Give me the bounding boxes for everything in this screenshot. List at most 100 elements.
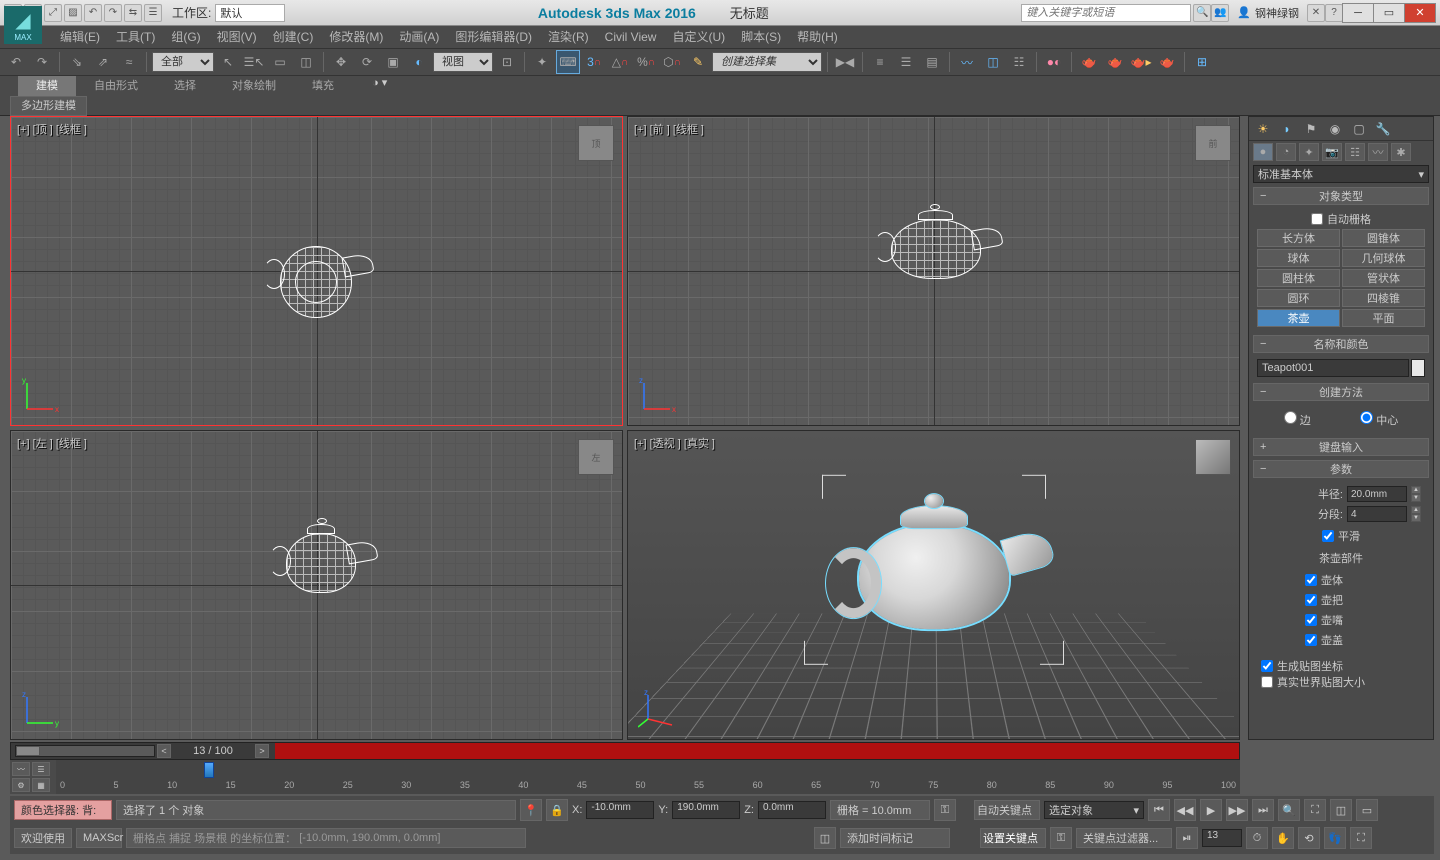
menu-views[interactable]: 视图(V) — [209, 26, 265, 48]
angle-snap-icon[interactable]: △∩ — [608, 50, 632, 74]
menu-customize[interactable]: 自定义(U) — [664, 26, 733, 48]
key-icon[interactable]: ⚿ — [934, 799, 956, 821]
menu-group[interactable]: 组(G) — [163, 26, 208, 48]
selection-filter[interactable]: 全部 — [152, 52, 214, 72]
mapcoords-check[interactable]: 生成贴图坐标 — [1255, 658, 1427, 674]
rect-region-icon[interactable]: ▭ — [268, 50, 292, 74]
zoom-ext-icon[interactable]: ⛶ — [1304, 799, 1326, 821]
menu-create[interactable]: 创建(C) — [265, 26, 322, 48]
btn-cylinder[interactable]: 圆柱体 — [1257, 269, 1340, 287]
pivot-icon[interactable]: ⊡ — [495, 50, 519, 74]
save-icon[interactable]: ▨ — [64, 4, 82, 22]
goto-start-icon[interactable]: ⏮ — [1148, 799, 1170, 821]
link-icon[interactable]: ⇘ — [65, 50, 89, 74]
menu-grapheditors[interactable]: 图形编辑器(D) — [447, 26, 540, 48]
walk-icon[interactable]: 👣 — [1324, 827, 1346, 849]
part-body[interactable]: 壶体 — [1265, 570, 1417, 590]
render-frame-icon[interactable]: 🫖 — [1103, 50, 1127, 74]
search-icon[interactable]: 🔍 — [1193, 4, 1211, 22]
scale-icon[interactable]: ▣ — [381, 50, 405, 74]
pan-icon[interactable]: ✋ — [1272, 827, 1294, 849]
user-name[interactable]: 👤 钢神绿钢 — [1237, 5, 1299, 21]
rollout-name[interactable]: −名称和颜色 — [1253, 335, 1429, 353]
maxscript-panel[interactable]: MAXScr — [76, 828, 122, 848]
render-setup-icon[interactable]: 🫖 — [1077, 50, 1101, 74]
rollout-objtype[interactable]: −对象类型 — [1253, 187, 1429, 205]
teapot-wireframe[interactable] — [280, 246, 352, 318]
systems-icon[interactable]: ✱ — [1391, 143, 1411, 161]
rollout-keyboard[interactable]: +键盘输入 — [1253, 438, 1429, 456]
close-button[interactable]: ✕ — [1404, 3, 1436, 23]
prev-frame-icon[interactable]: < — [157, 744, 171, 758]
colorpicker-label[interactable]: 颜色选择器: 背: — [14, 800, 112, 820]
radio-center[interactable]: 中心 — [1360, 411, 1398, 428]
tab-populate[interactable]: 填充 — [294, 76, 352, 96]
cameras-icon[interactable]: 📷 — [1322, 143, 1342, 161]
tab-objpaint[interactable]: 对象绘制 — [214, 76, 294, 96]
move-icon[interactable]: ✥ — [329, 50, 353, 74]
next-frame-icon[interactable]: > — [255, 744, 269, 758]
modify-tab-icon[interactable]: ◗ — [1277, 119, 1297, 139]
goto-end-icon[interactable]: ⏭ — [1252, 799, 1274, 821]
y-coord[interactable]: 190.0mm — [672, 801, 740, 819]
realworld-check[interactable]: 真实世界贴图大小 — [1255, 674, 1427, 690]
link-icon[interactable]: ⇆ — [124, 4, 142, 22]
menu-tools[interactable]: 工具(T) — [108, 26, 163, 48]
radius-spinner[interactable]: 20.0mm — [1347, 486, 1407, 502]
named-selection[interactable]: 创建选择集 — [712, 52, 822, 72]
ref-coord-select[interactable]: 视图 — [433, 52, 493, 72]
space-warps-icon[interactable]: 〰 — [1368, 143, 1388, 161]
time-ruler[interactable]: 0510152025303540455055606570758085909510… — [56, 760, 1240, 794]
teapot-object[interactable] — [859, 524, 1009, 629]
btn-torus[interactable]: 圆环 — [1257, 289, 1340, 307]
maximize-button[interactable]: ▭ — [1373, 3, 1405, 23]
unlink-icon[interactable]: ⇗ — [91, 50, 115, 74]
time-config-icon[interactable]: ⏱ — [1246, 827, 1268, 849]
radius-arrows[interactable]: ▲▼ — [1411, 486, 1421, 502]
prev-key-icon[interactable]: ◀◀ — [1174, 799, 1196, 821]
keyfilter-button[interactable]: 关键点过滤器... — [1076, 828, 1172, 848]
menu-maxscript[interactable]: 脚本(S) — [733, 26, 789, 48]
track-mini-icon[interactable]: ▦ — [32, 778, 50, 792]
viewport-label[interactable]: [+] [透视 ] [真实 ] — [634, 435, 715, 451]
minimize-button[interactable]: ─ — [1342, 3, 1374, 23]
bind-icon[interactable]: ≈ — [117, 50, 141, 74]
edit-named-sel-icon[interactable]: ✎ — [686, 50, 710, 74]
utilities-tab-icon[interactable]: 🔧 — [1373, 119, 1393, 139]
autogrid-check[interactable]: 自动栅格 — [1255, 211, 1427, 227]
btn-pyramid[interactable]: 四棱锥 — [1342, 289, 1425, 307]
lock-icon[interactable]: 📍 — [520, 799, 542, 821]
create-tab-icon[interactable]: ☀ — [1253, 119, 1273, 139]
layers-icon[interactable]: ☰ — [894, 50, 918, 74]
teapot-wireframe[interactable] — [891, 219, 981, 279]
frame-spin-l[interactable]: 13 — [1202, 829, 1242, 847]
schematic-icon[interactable]: ☷ — [1007, 50, 1031, 74]
tab-selection[interactable]: 选择 — [156, 76, 214, 96]
fov-icon[interactable]: ◫ — [1330, 799, 1352, 821]
select-icon[interactable]: ↖ — [216, 50, 240, 74]
keyboard-shortcut-icon[interactable]: ⌨ — [556, 50, 580, 74]
btn-tube[interactable]: 管状体 — [1342, 269, 1425, 287]
dope-sheet-icon[interactable]: ◫ — [981, 50, 1005, 74]
product-logo[interactable]: MAX — [4, 6, 42, 44]
ribbon-collapse-icon[interactable]: ◑ ▾ — [372, 76, 387, 96]
key-step-icon[interactable]: ⏯ — [1176, 827, 1198, 849]
viewcube-front[interactable]: 前 — [1195, 125, 1231, 161]
placement-icon[interactable]: ◐ — [407, 50, 431, 74]
viewport-left[interactable]: [+] [左 ] [线框 ] 左 zy — [10, 430, 623, 740]
x-coord[interactable]: -10.0mm — [586, 801, 654, 819]
tab-freeform[interactable]: 自由形式 — [76, 76, 156, 96]
btn-geosphere[interactable]: 几何球体 — [1342, 249, 1425, 267]
rollout-params[interactable]: −参数 — [1253, 460, 1429, 478]
viewcube-persp[interactable] — [1195, 439, 1231, 475]
zoom-icon[interactable]: 🔍 — [1278, 799, 1300, 821]
viewport-perspective[interactable]: [+] [透视 ] [真实 ] z — [627, 430, 1240, 740]
viewport-label[interactable]: [+] [顶 ] [线框 ] — [17, 121, 87, 137]
z-coord[interactable]: 0.0mm — [758, 801, 826, 819]
autodesk360-icon[interactable]: ⊞ — [1190, 50, 1214, 74]
zoom-region-icon[interactable]: ▭ — [1356, 799, 1378, 821]
percent-snap-icon[interactable]: %∩ — [634, 50, 658, 74]
key-mode-icon[interactable]: ⚿ — [1050, 827, 1072, 849]
tab-modeling[interactable]: 建模 — [18, 76, 76, 96]
smooth-check[interactable]: 平滑 — [1255, 528, 1427, 544]
